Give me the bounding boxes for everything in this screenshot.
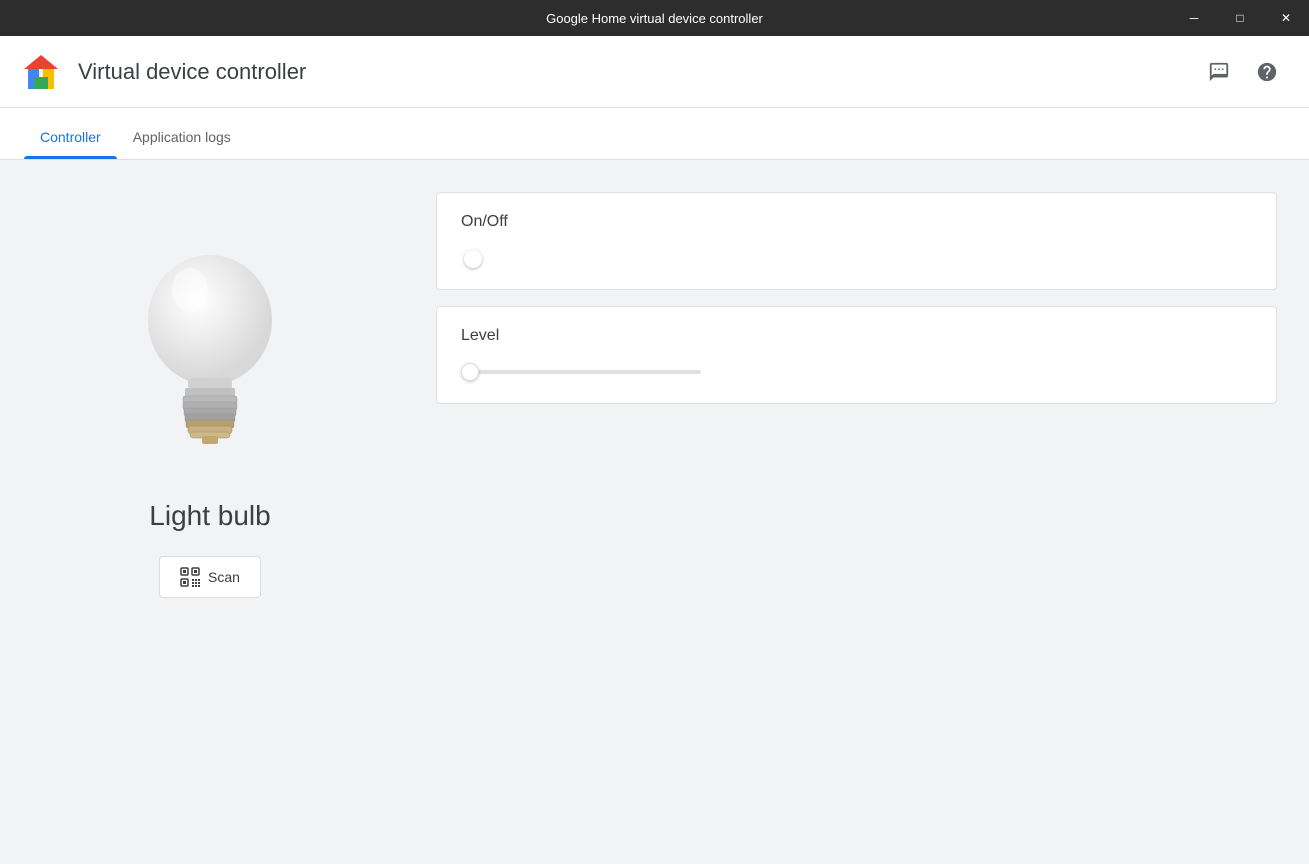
on-off-label: On/Off [461,213,1252,231]
tab-application-logs[interactable]: Application logs [117,129,247,159]
right-panel: On/Off Level [420,160,1309,864]
scan-button[interactable]: Scan [159,556,261,598]
level-label: Level [461,327,1252,345]
header-actions [1201,54,1285,90]
main-content: Light bulb [0,160,1309,864]
title-bar: Google Home virtual device controller ─ … [0,0,1309,36]
tab-controller[interactable]: Controller [24,129,117,159]
help-icon [1256,61,1278,83]
level-card: Level [436,306,1277,404]
level-slider[interactable] [461,370,701,374]
title-bar-text: Google Home virtual device controller [546,11,763,26]
help-button[interactable] [1249,54,1285,90]
minimize-button[interactable]: ─ [1171,0,1217,36]
google-home-logo [20,51,62,93]
feedback-icon [1208,61,1230,83]
toggle-thumb [464,250,482,268]
app-title: Virtual device controller [78,59,306,85]
qr-code-icon [180,567,200,587]
device-image-container [120,220,300,480]
close-button[interactable]: ✕ [1263,0,1309,36]
tabs-bar: Controller Application logs [0,108,1309,160]
left-panel: Light bulb [0,160,420,864]
on-off-card: On/Off [436,192,1277,290]
window-controls: ─ □ ✕ [1171,0,1309,36]
feedback-button[interactable] [1201,54,1237,90]
maximize-button[interactable]: □ [1217,0,1263,36]
light-bulb-image [130,230,290,470]
app-header: Virtual device controller [0,36,1309,108]
device-name: Light bulb [149,500,270,532]
scan-button-label: Scan [208,569,240,585]
